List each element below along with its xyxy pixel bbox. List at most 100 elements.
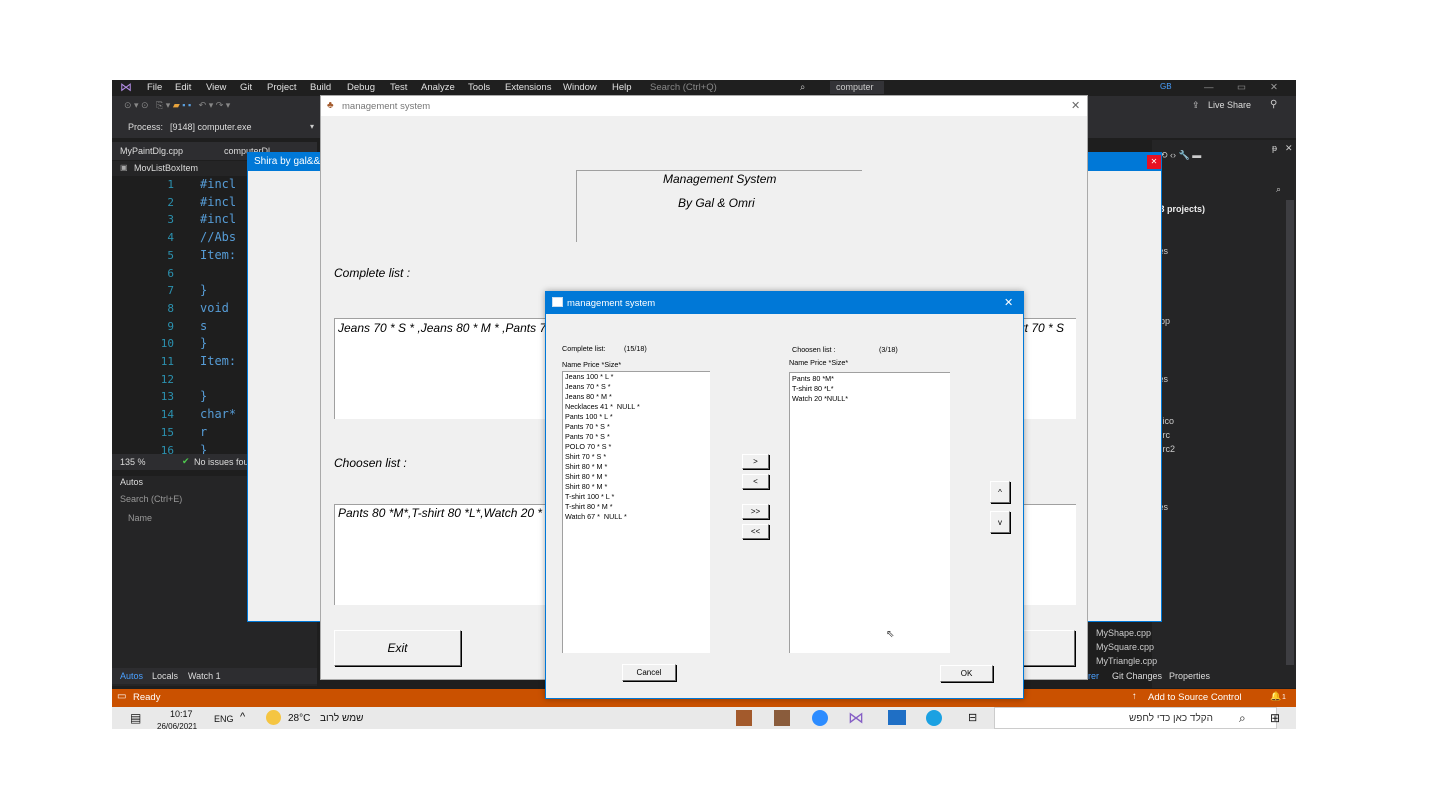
list-item[interactable]: Pants 70 * S * [565, 422, 610, 432]
close-icon[interactable]: ✕ [1004, 296, 1013, 309]
list-item[interactable]: Pants 100 * L * [565, 412, 613, 422]
move-all-left-button[interactable]: << [742, 524, 769, 539]
list-item[interactable]: T-shirt 100 * L * [565, 492, 614, 502]
list-item[interactable]: Jeans 100 * L * [565, 372, 613, 382]
code-line[interactable]: s [200, 319, 207, 333]
code-line[interactable]: } [200, 389, 207, 403]
search-icon[interactable]: ⌕ [1276, 184, 1281, 195]
tab-git-changes[interactable]: Git Changes [1112, 671, 1162, 681]
menu-help[interactable]: Help [612, 82, 632, 93]
add-to-source-control-button[interactable]: Add to Source Control [1148, 692, 1241, 703]
code-line[interactable]: } [200, 283, 207, 297]
user-avatar[interactable]: GB [1160, 82, 1172, 91]
weather-description[interactable]: שמש לרוב [320, 713, 363, 724]
explorer-toolbar-icons[interactable]: ⟲ ‹› 🔧 ▬ [1160, 150, 1201, 161]
list-item[interactable]: Jeans 80 * M * [565, 392, 612, 402]
menu-window[interactable]: Window [563, 82, 597, 93]
exit-button[interactable]: Exit [334, 630, 461, 666]
chevron-up-icon[interactable]: ^ [240, 711, 245, 723]
tree-item[interactable]: .rc2 [1160, 444, 1175, 454]
toolbar-nav-icons[interactable]: ⊙ ▾ ⊙ ⎘ ▾ ▰ ▪ ▪ ↶ ▾ ↷ ▾ [124, 100, 230, 111]
zoom-level[interactable]: 135 % [120, 457, 146, 467]
notifications-icon[interactable]: 🔔 [1270, 691, 1281, 702]
list-item[interactable]: Shirt 80 * M * [565, 472, 607, 482]
menu-debug[interactable]: Debug [347, 82, 375, 93]
app-computer-icon[interactable] [736, 710, 752, 726]
list-item[interactable]: Shirt 70 * S * [565, 452, 606, 462]
list-item[interactable]: Watch 20 *NULL* [792, 394, 848, 404]
close-icon[interactable]: ✕ [1270, 82, 1278, 93]
list-item[interactable]: Necklaces 41 * NULL * [565, 402, 640, 412]
menu-git[interactable]: Git [240, 82, 252, 93]
pin-icon[interactable]: ᵽ [1272, 143, 1277, 153]
tree-item-myshape[interactable]: MyShape.cpp [1096, 628, 1151, 638]
choosen-listbox[interactable]: Pants 80 *M* T-shirt 80 *L* Watch 20 *NU… [789, 372, 950, 653]
menu-project[interactable]: Project [267, 82, 297, 93]
feedback-icon[interactable]: ⚲ [1270, 99, 1277, 110]
live-share-button[interactable]: Live Share [1208, 100, 1251, 110]
menu-analyze[interactable]: Analyze [421, 82, 455, 93]
autos-search-input[interactable]: Search (Ctrl+E) [120, 494, 182, 504]
notification-center-icon[interactable]: ▤ [130, 711, 141, 725]
edge-browser-icon[interactable] [926, 710, 942, 726]
issues-status[interactable]: No issues fou [194, 457, 249, 467]
close-icon[interactable]: ✕ [1147, 155, 1161, 169]
code-line[interactable]: Item: [200, 354, 236, 368]
move-down-button[interactable]: v [990, 511, 1010, 533]
list-item[interactable]: Shirt 80 * M * [565, 462, 607, 472]
move-up-button[interactable]: ^ [990, 481, 1010, 503]
tab-locals[interactable]: Locals [152, 671, 178, 681]
weather-sun-icon[interactable] [266, 710, 281, 725]
member-dropdown[interactable]: MovListBoxItem [134, 163, 198, 173]
visual-studio-app-icon[interactable]: ⋈ [848, 708, 864, 728]
app-computer2-icon[interactable] [774, 710, 790, 726]
tab-mypaintdlg[interactable]: MyPaintDlg.cpp [120, 146, 183, 156]
code-line[interactable]: r [200, 425, 207, 439]
vs-search-input[interactable]: Search (Ctrl+Q) [650, 82, 717, 93]
code-line[interactable]: } [200, 336, 207, 350]
menu-extensions[interactable]: Extensions [505, 82, 551, 93]
main-window-titlebar[interactable]: ♣ management system ✕ [321, 96, 1087, 116]
clock-date[interactable]: 26/06/2021 [157, 722, 197, 729]
close-icon[interactable]: ✕ [1071, 99, 1080, 112]
move-right-button[interactable]: > [742, 454, 769, 469]
code-line[interactable]: char* [200, 407, 236, 421]
tab-solution-explorer[interactable]: rer [1088, 671, 1099, 681]
code-line[interactable]: void [200, 301, 229, 315]
scrollbar[interactable] [1286, 200, 1294, 665]
tab-watch1[interactable]: Watch 1 [188, 671, 221, 681]
code-line[interactable]: #incl [200, 177, 236, 191]
list-item[interactable]: Shirt 80 * M * [565, 482, 607, 492]
tree-item[interactable]: .ico [1160, 416, 1174, 426]
chevron-down-icon[interactable]: ▾ [310, 122, 314, 131]
menu-build[interactable]: Build [310, 82, 331, 93]
code-line[interactable]: #incl [200, 195, 236, 209]
list-item[interactable]: Watch 67 * NULL * [565, 512, 627, 522]
tab-properties[interactable]: Properties [1169, 671, 1210, 681]
code-line[interactable]: //Abs [200, 230, 236, 244]
close-icon[interactable]: ✕ [1285, 143, 1293, 154]
list-item[interactable]: POLO 70 * S * [565, 442, 611, 452]
weather-temperature[interactable]: 28°C [288, 713, 310, 724]
language-indicator[interactable]: ENG [214, 714, 234, 724]
share-icon[interactable]: ⇪ [1192, 100, 1200, 111]
list-item[interactable]: Pants 70 * S * [565, 432, 610, 442]
menu-edit[interactable]: Edit [175, 82, 191, 93]
code-line[interactable]: #incl [200, 212, 236, 226]
minimize-icon[interactable]: — [1204, 82, 1214, 93]
menu-view[interactable]: View [206, 82, 226, 93]
cancel-button[interactable]: Cancel [622, 664, 676, 681]
taskbar-search-box[interactable]: הקלד כאן כדי לחפש ⌕ [994, 707, 1277, 729]
move-left-button[interactable]: < [742, 474, 769, 489]
move-all-right-button[interactable]: >> [742, 504, 769, 519]
ok-button[interactable]: OK [940, 665, 993, 682]
code-line[interactable]: Item: [200, 248, 236, 262]
tree-item-mysquare[interactable]: MySquare.cpp [1096, 642, 1154, 652]
clock-time[interactable]: 10:17 [170, 709, 193, 719]
process-dropdown[interactable]: [9148] computer.exe [170, 122, 252, 132]
dialog-titlebar[interactable]: management system ✕ [546, 292, 1023, 314]
menu-tools[interactable]: Tools [468, 82, 490, 93]
windows-start-icon[interactable]: ⊞ [1270, 711, 1280, 725]
menu-test[interactable]: Test [390, 82, 407, 93]
zoom-app-icon[interactable] [812, 710, 828, 726]
